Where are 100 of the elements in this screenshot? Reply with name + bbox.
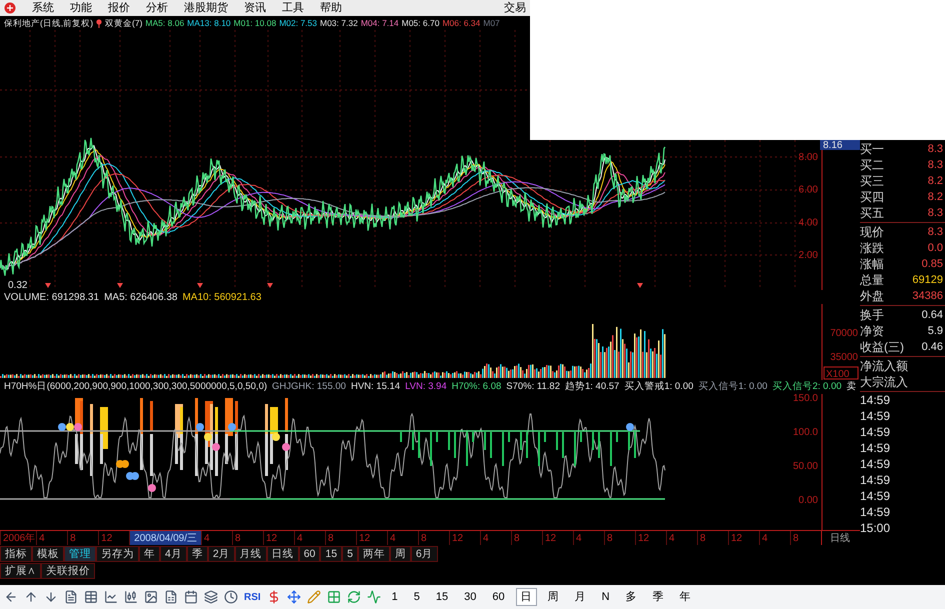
period-tab[interactable]: 指标 bbox=[0, 546, 32, 562]
quote-label: 涨跌 bbox=[860, 240, 885, 257]
refresh-icon[interactable] bbox=[346, 590, 361, 604]
menu-item[interactable]: 报价 bbox=[108, 0, 130, 16]
ma-value: MA5: 8.06 bbox=[145, 16, 184, 30]
date-axis-label: 2008/04/09/三 bbox=[129, 531, 201, 545]
image-icon[interactable] bbox=[144, 590, 158, 604]
period-tab[interactable]: 2月 bbox=[208, 546, 235, 562]
period-button[interactable]: 60 bbox=[487, 588, 510, 606]
period-tab[interactable]: 季 bbox=[186, 546, 208, 562]
menu-item[interactable]: 功能 bbox=[70, 0, 92, 16]
ma-value: M05: 6.70 bbox=[402, 16, 440, 30]
signal-marker bbox=[272, 433, 280, 441]
period-button[interactable]: N bbox=[596, 588, 615, 606]
quote-label: 换手 bbox=[860, 307, 885, 324]
quote-value: 8.2 bbox=[928, 174, 944, 189]
move-icon[interactable] bbox=[286, 590, 301, 604]
date-axis-label: 8 bbox=[232, 531, 263, 545]
arrow-marker bbox=[197, 283, 203, 288]
table-icon[interactable] bbox=[84, 590, 98, 604]
pencil-icon[interactable] bbox=[306, 590, 321, 604]
clock-icon[interactable] bbox=[224, 590, 238, 604]
period-tab[interactable]: 模板 bbox=[32, 546, 64, 562]
trade-time: 14:59 bbox=[860, 504, 890, 520]
period-tab[interactable]: 另存为 bbox=[96, 546, 139, 562]
quote-value: 0.0 bbox=[928, 240, 944, 256]
period-label: 日线 bbox=[830, 532, 850, 546]
period-tab[interactable]: 周 bbox=[390, 546, 411, 562]
signal-bar bbox=[150, 434, 153, 476]
price-axis-label: 6.00 bbox=[798, 184, 818, 196]
layers-icon[interactable] bbox=[204, 590, 218, 604]
signal-bar bbox=[150, 401, 153, 431]
trade-time: 14:59 bbox=[860, 472, 890, 488]
spreadsheet-icon[interactable] bbox=[164, 590, 178, 604]
period-tab[interactable]: 日线 bbox=[266, 546, 299, 562]
period-button[interactable]: 15 bbox=[430, 588, 454, 606]
period-button[interactable]: 季 bbox=[648, 588, 669, 606]
grid-icon[interactable] bbox=[326, 590, 341, 604]
period-button[interactable]: 年 bbox=[674, 588, 696, 606]
period-tab[interactable]: 60 bbox=[298, 546, 320, 562]
period-button[interactable]: 5 bbox=[408, 588, 425, 606]
quote-value: 69129 bbox=[912, 272, 944, 288]
date-axis-label: 8 bbox=[418, 531, 449, 545]
ma-value: M03: 7.32 bbox=[320, 16, 358, 30]
period-tab[interactable]: 4月 bbox=[160, 546, 187, 562]
signal-marker bbox=[228, 423, 236, 431]
indicator-value: S70%: 11.82 bbox=[506, 380, 560, 394]
signal-marker bbox=[626, 423, 634, 431]
quote-label: 买三 bbox=[860, 173, 885, 190]
menu-item[interactable]: 分析 bbox=[146, 0, 168, 16]
line-chart-icon[interactable] bbox=[104, 590, 118, 604]
arrow-down-icon[interactable] bbox=[44, 590, 58, 604]
date-axis-label: 12 bbox=[356, 531, 387, 545]
period-tab[interactable]: 管理 bbox=[64, 546, 96, 562]
volume-value: MA10: 560921.63 bbox=[182, 290, 262, 304]
rsi-button[interactable]: RSI bbox=[244, 590, 261, 604]
menu-item[interactable]: 港股期货 bbox=[184, 0, 228, 16]
date-axis-label: 4 bbox=[387, 531, 418, 545]
price-axis-label: 8.00 bbox=[798, 152, 818, 163]
date-axis-label: 8 bbox=[790, 531, 821, 545]
period-button[interactable]: 30 bbox=[459, 588, 482, 606]
date-axis-label: 12 bbox=[542, 531, 573, 545]
period-button[interactable]: 日 bbox=[516, 588, 537, 606]
period-button[interactable]: 1 bbox=[386, 588, 403, 606]
quote-label: 大宗流入 bbox=[860, 374, 908, 391]
wave-icon[interactable] bbox=[366, 590, 381, 604]
period-button[interactable]: 周 bbox=[542, 588, 564, 606]
period-tab[interactable]: 15 bbox=[320, 546, 342, 562]
app-logo-icon bbox=[4, 2, 16, 14]
price-axis-label: 2.00 bbox=[798, 250, 818, 262]
menu-item[interactable]: 系统 bbox=[32, 0, 54, 16]
period-tab[interactable]: 6月 bbox=[410, 546, 438, 562]
date-axis-label: 8 bbox=[67, 531, 98, 545]
signal-marker bbox=[196, 423, 204, 431]
calendar-icon[interactable] bbox=[184, 590, 198, 604]
quote-label: 买四 bbox=[860, 189, 885, 206]
panel-tab[interactable]: 扩展∧ bbox=[0, 563, 41, 579]
panel-tab[interactable]: 关联报价 bbox=[41, 563, 95, 579]
candlestick-icon[interactable] bbox=[124, 590, 138, 604]
date-axis-label: 12 bbox=[263, 531, 294, 545]
period-tab[interactable]: 年 bbox=[139, 546, 160, 562]
menu-item[interactable]: 工具 bbox=[282, 0, 304, 16]
trade-time: 14:59 bbox=[860, 392, 890, 408]
period-tab[interactable]: 月线 bbox=[234, 546, 267, 562]
period-button[interactable]: 多 bbox=[620, 588, 642, 606]
menu-item[interactable]: 帮助 bbox=[320, 0, 342, 16]
arrow-marker bbox=[267, 283, 273, 288]
date-axis-label: 8 bbox=[604, 531, 635, 545]
indicator-value: 买入信号2: 0.00 bbox=[772, 380, 842, 394]
quote-value: 8.3 bbox=[928, 142, 944, 157]
quote-value: 0.85 bbox=[922, 256, 944, 272]
period-tab[interactable]: 两年 bbox=[358, 546, 390, 562]
menu-item[interactable]: 资讯 bbox=[244, 0, 266, 16]
period-tab[interactable]: 5 bbox=[342, 546, 358, 562]
quote-label: 外盘 bbox=[860, 288, 885, 305]
period-button[interactable]: 月 bbox=[570, 588, 591, 606]
arrow-up-icon[interactable] bbox=[24, 590, 38, 604]
menu-item[interactable]: 交易 bbox=[504, 0, 526, 16]
document-icon[interactable] bbox=[64, 590, 78, 604]
indicator-value: 买入信号1: 0.00 bbox=[698, 380, 768, 394]
